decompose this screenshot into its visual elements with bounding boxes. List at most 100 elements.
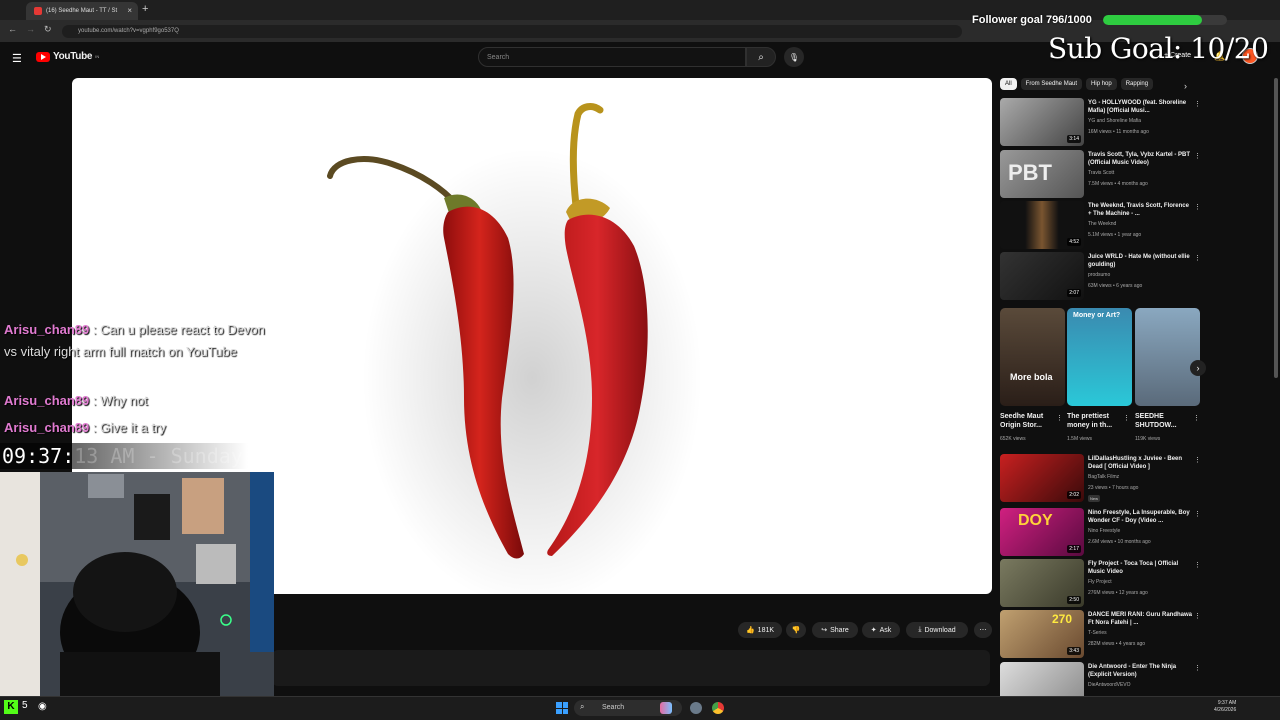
more-actions-button[interactable]: ⋯ [974, 622, 992, 638]
channel-name[interactable]: DieAntwoordVEVO [1088, 682, 1192, 688]
reload-icon[interactable]: ↻ [44, 24, 52, 35]
share-button[interactable]: ↪ Share [812, 622, 858, 638]
list-item[interactable]: 270 3:43 DANCE MERI RANI: Guru Randhawa F… [1000, 610, 1201, 658]
video-duration: 2:07 [1067, 289, 1081, 297]
widget-icon[interactable] [660, 702, 672, 714]
video-thumbnail[interactable]: 3:14 [1000, 98, 1084, 146]
short-title[interactable]: The prettiest money in th... [1067, 412, 1123, 430]
channel-name[interactable]: The Weeknd [1088, 221, 1192, 227]
more-vert-icon[interactable]: ⋮ [1193, 414, 1200, 422]
like-button[interactable]: 👍 181K [738, 622, 782, 638]
video-thumbnail[interactable]: 2:07 [1000, 252, 1084, 300]
video-meta: 63M views • 6 years ago [1088, 283, 1143, 289]
video-thumbnail[interactable]: 4:52 [1000, 201, 1084, 249]
list-item[interactable]: DOY 2:17 Nino Freestyle, La Insuperable, … [1000, 508, 1201, 556]
short-thumbnail[interactable] [1135, 308, 1200, 406]
more-vert-icon[interactable]: ⋮ [1194, 456, 1201, 464]
voice-search-button[interactable]: 🎙 [784, 47, 804, 67]
short-overlay-text: Money or Art? [1073, 312, 1121, 319]
close-tab-icon[interactable]: × [127, 6, 132, 15]
share-icon: ↪ [821, 627, 828, 634]
description-box[interactable] [272, 650, 990, 686]
video-thumbnail[interactable]: PBT [1000, 150, 1084, 198]
url-field[interactable]: youtube.com/watch?v=vgphf9go537Q [62, 25, 962, 38]
more-vert-icon[interactable]: ⋮ [1123, 414, 1130, 422]
channel-name[interactable]: Nino Freestyle [1088, 528, 1192, 534]
youtube-favicon-icon [34, 7, 42, 15]
shorts-next-button[interactable]: › [1190, 360, 1206, 376]
more-vert-icon[interactable]: ⋮ [1194, 254, 1201, 262]
ask-label: Ask [879, 626, 892, 634]
chip-rapping[interactable]: Rapping [1120, 78, 1154, 90]
chip-all[interactable]: All [1000, 78, 1017, 90]
list-item[interactable]: 2:02 LilDallasHustling x Juviee - Been D… [1000, 454, 1201, 502]
menu-icon[interactable]: ☰ [12, 52, 22, 65]
more-vert-icon[interactable]: ⋮ [1194, 612, 1201, 620]
list-item[interactable]: 3:14 YG - HOLLYWOOD (feat. Shoreline Maf… [1000, 98, 1201, 146]
youtube-logo[interactable]: YouTube IN [36, 51, 99, 62]
short-title[interactable]: Seedhe Maut Origin Stor... [1000, 412, 1056, 430]
scrollbar[interactable] [1274, 78, 1278, 378]
channel-name[interactable]: T-Series [1088, 630, 1192, 636]
browser-tab[interactable]: (16) Seedhe Maut - TT / St × [26, 2, 138, 20]
more-vert-icon[interactable]: ⋮ [1194, 664, 1201, 672]
channel-name[interactable]: BagTalk Filmz [1088, 474, 1192, 480]
search-button[interactable]: ⌕ [746, 47, 776, 67]
video-thumbnail[interactable]: DOY 2:17 [1000, 508, 1084, 556]
list-item[interactable]: PBT Travis Scott, Tyla, Vybz Kartel - PB… [1000, 150, 1201, 198]
list-item[interactable]: 2:07 Juice WRLD - Hate Me (without ellie… [1000, 252, 1201, 300]
search-input[interactable]: Search [478, 47, 746, 67]
short-thumbnail[interactable]: Money or Art? [1067, 308, 1132, 406]
video-thumbnail[interactable]: 2:50 [1000, 559, 1084, 607]
chip-hip-hop[interactable]: Hip hop [1086, 78, 1117, 90]
channel-name[interactable]: prodsumo [1088, 272, 1192, 278]
windows-start-icon[interactable] [556, 702, 568, 714]
webcam-image [0, 472, 274, 702]
chat-username: Arisu_chan89 [4, 322, 90, 337]
new-tab-button[interactable]: + [142, 3, 148, 15]
back-icon[interactable]: ← [8, 24, 17, 34]
download-button[interactable]: ⤓ Download [906, 622, 968, 638]
more-vert-icon[interactable]: ⋮ [1194, 203, 1201, 211]
more-vert-icon[interactable]: ⋮ [1194, 510, 1201, 518]
youtube-play-icon [36, 51, 50, 62]
ask-button[interactable]: ✦ Ask [862, 622, 900, 638]
video-thumbnail[interactable]: 270 3:43 [1000, 610, 1084, 658]
clock-suffix: 13 AM - Sunday [74, 444, 243, 468]
short-title[interactable]: SEEDHE SHUTDOW... [1135, 412, 1191, 430]
video-duration: 2:17 [1067, 545, 1081, 553]
video-title[interactable]: Travis Scott, Tyla, Vybz Kartel - PBT (O… [1088, 151, 1192, 167]
list-item[interactable]: 2:50 Fly Project - Toca Toca | Official … [1000, 559, 1201, 607]
video-title[interactable]: Die Antwoord - Enter The Ninja (Explicit… [1088, 663, 1192, 679]
video-title[interactable]: YG - HOLLYWOOD (feat. Shoreline Mafia) [… [1088, 99, 1192, 115]
video-duration: 3:43 [1067, 647, 1081, 655]
chevron-right-icon[interactable]: › [1184, 81, 1187, 91]
video-title[interactable]: Fly Project - Toca Toca | Official Music… [1088, 560, 1192, 576]
follower-goal-label: Follower goal 796/1000 [972, 14, 1092, 26]
list-item[interactable]: 4:52 The Weeknd, Travis Scott, Florence … [1000, 201, 1201, 249]
thumbs-up-icon: 👍 [745, 627, 755, 634]
settings-icon[interactable] [690, 702, 702, 714]
video-title[interactable]: The Weeknd, Travis Scott, Florence + The… [1088, 202, 1192, 218]
tray-date: 4/26/2026 [1214, 707, 1237, 713]
more-vert-icon[interactable]: ⋮ [1194, 152, 1201, 160]
chevron-right-icon: › [1196, 363, 1200, 373]
video-meta: 7.5M views • 4 months ago [1088, 181, 1148, 187]
video-thumbnail[interactable]: 2:02 [1000, 454, 1084, 502]
video-title[interactable]: Nino Freestyle, La Insuperable, Boy Wond… [1088, 509, 1192, 525]
chip-from-channel[interactable]: From Seedhe Maut [1020, 78, 1083, 90]
channel-name[interactable]: Travis Scott [1088, 170, 1192, 176]
forward-icon[interactable]: → [26, 24, 35, 34]
video-title[interactable]: DANCE MERI RANI: Guru Randhawa Ft Nora F… [1088, 611, 1192, 627]
channel-name[interactable]: Fly Project [1088, 579, 1192, 585]
short-thumbnail[interactable]: More bola [1000, 308, 1065, 406]
video-title[interactable]: Juice WRLD - Hate Me (without ellie goul… [1088, 253, 1192, 269]
system-clock[interactable]: 9:37 AM 4/26/2026 [1214, 700, 1236, 714]
more-vert-icon[interactable]: ⋮ [1056, 414, 1063, 422]
more-vert-icon[interactable]: ⋮ [1194, 100, 1201, 108]
video-title[interactable]: LilDallasHustling x Juviee - Been Dead [… [1088, 455, 1192, 471]
more-vert-icon[interactable]: ⋮ [1194, 561, 1201, 569]
chrome-icon[interactable] [712, 702, 724, 714]
dislike-button[interactable]: 👎 [786, 622, 806, 638]
channel-name[interactable]: YG and Shoreline Mafia [1088, 118, 1192, 124]
